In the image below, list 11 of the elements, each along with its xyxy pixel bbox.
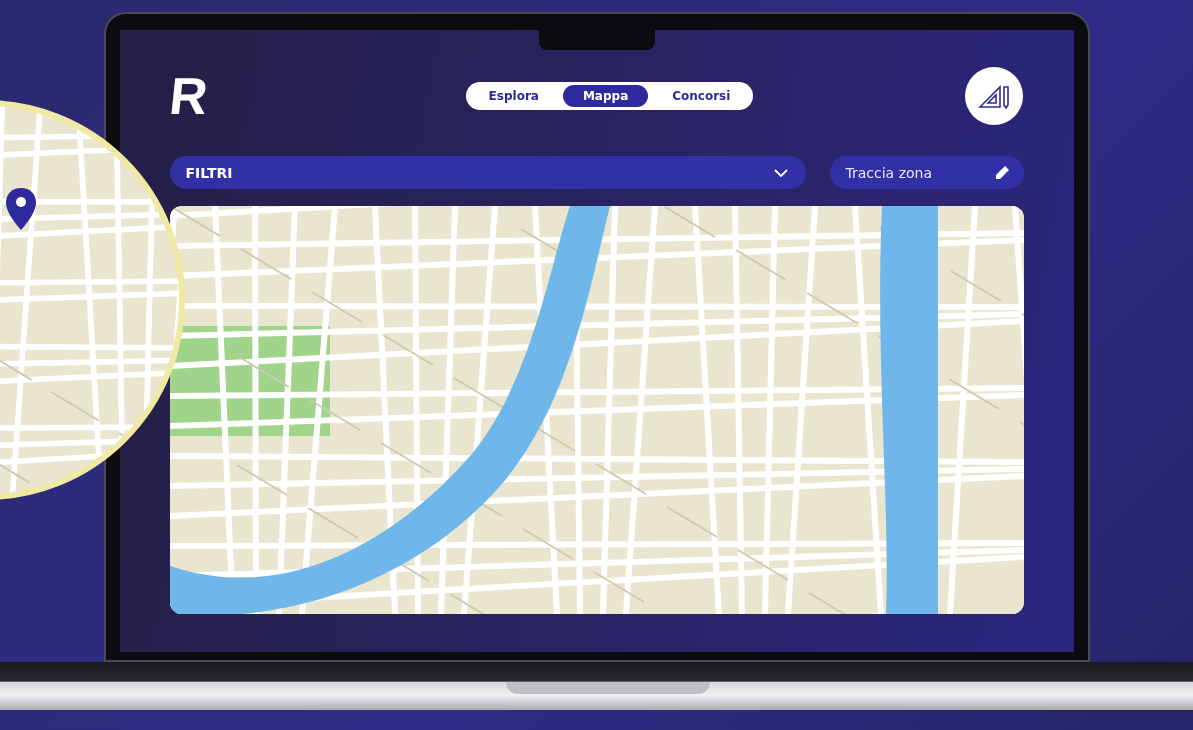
map-pin-icon — [6, 188, 36, 230]
draw-zone-button[interactable]: Traccia zona — [829, 156, 1024, 189]
tab[interactable]: Esplora — [468, 85, 559, 107]
ruler-pencil-icon — [978, 83, 1011, 109]
filter-dropdown[interactable]: FILTRI — [169, 156, 806, 189]
pencil-icon — [993, 164, 1010, 181]
chevron-down-icon — [773, 168, 788, 177]
ruler-pencil-button[interactable] — [965, 67, 1024, 125]
tab[interactable]: Concorsi — [652, 85, 751, 107]
logo: R — [166, 70, 212, 122]
tab[interactable]: Mappa — [562, 85, 649, 107]
